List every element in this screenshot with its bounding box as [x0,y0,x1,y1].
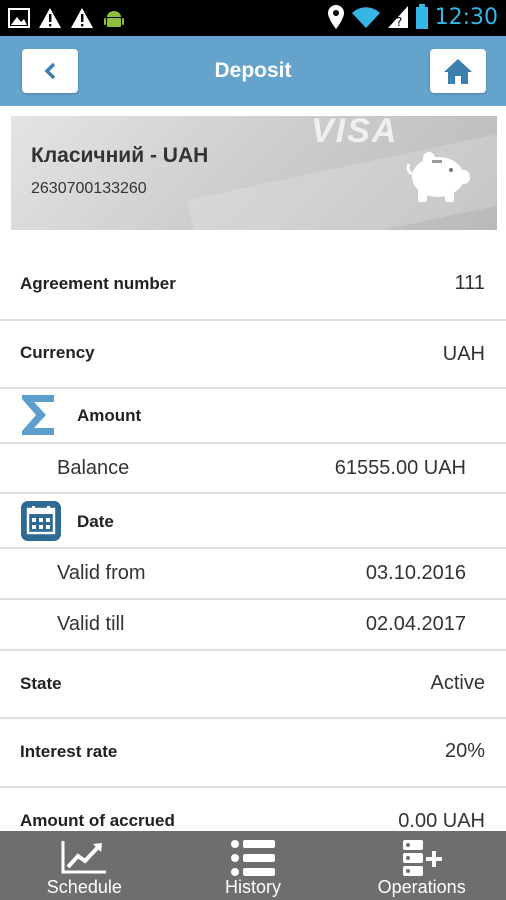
piggy-bank-icon [406,152,470,202]
location-icon [327,5,344,29]
clock: 12:30 [434,4,498,30]
schedule-tab[interactable]: Schedule [0,831,169,900]
warning-icon [71,8,93,28]
valid-from-row: Valid from 03.10.2016 [0,549,506,600]
date-header-label: Date [77,512,114,531]
chart-line-icon [61,841,107,874]
system-icons: ? 12:30 [327,4,498,30]
app-header: Deposit [0,36,506,106]
amount-header-label: Amount [77,406,142,425]
accrued-label: Amount of accrued [20,811,175,830]
currency-label: Currency [20,343,95,362]
warning-icon [39,8,61,28]
sigma-icon [22,395,54,435]
android-icon [104,11,124,27]
currency-value: UAH [442,343,485,365]
bottom-navigation: Schedule History Operations [0,831,506,900]
deposit-card[interactable]: VISA 5900 Класичний - UAH 2630700133260 [11,116,497,230]
currency-row: Currency UAH [0,321,506,389]
state-row: State Active [0,651,506,719]
home-icon [444,59,472,84]
accrued-value: 0.00 UAH [398,810,485,832]
balance-value: 61555.00 UAH [334,457,466,479]
valid-till-value: 02.04.2017 [365,613,466,635]
agreement-row: Agreement number 111 [0,250,506,321]
wifi-icon [351,7,380,28]
signal-icon: ? [387,6,408,29]
schedule-label: Schedule [46,877,122,897]
home-button[interactable] [430,49,486,93]
back-button[interactable] [22,49,78,93]
operations-tab[interactable]: Operations [337,831,506,900]
valid-till-label: Valid till [57,613,125,635]
state-value: Active [430,672,485,694]
calendar-icon [21,501,61,541]
list-icon [231,840,275,876]
history-label: History [225,877,282,897]
interest-rate-value: 20% [444,740,485,762]
agreement-value: 111 [454,272,485,294]
card-brand: VISA [311,116,399,150]
state-label: State [20,674,62,693]
image-icon [8,8,30,28]
deposit-name: Класичний - UAH [31,144,209,167]
battery-icon [415,4,428,29]
status-bar: ? 12:30 [0,0,506,36]
notification-icons [8,6,126,30]
deposit-account-number: 2630700133260 [31,180,147,197]
balance-row: Balance 61555.00 UAH [0,444,506,494]
amount-section-header: Amount [0,389,506,444]
interest-rate-label: Interest rate [20,742,118,761]
operations-icon [402,840,442,876]
history-tab[interactable]: History [169,831,338,900]
valid-from-value: 03.10.2016 [365,562,466,584]
balance-label: Balance [57,457,130,479]
svg-text:?: ? [396,15,402,29]
chevron-left-icon [44,62,56,80]
agreement-label: Agreement number [20,274,176,293]
valid-from-label: Valid from [57,562,146,584]
operations-label: Operations [377,877,466,897]
interest-rate-row: Interest rate 20% [0,719,506,788]
date-section-header: Date [0,494,506,549]
valid-till-row: Valid till 02.04.2017 [0,600,506,651]
